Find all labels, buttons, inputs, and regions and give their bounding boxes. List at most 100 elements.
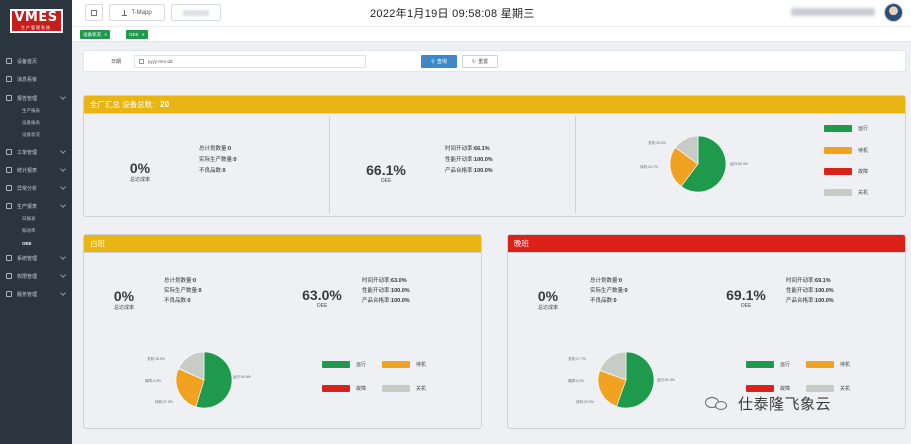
sidebar-item-label: 报告管理 — [17, 95, 38, 102]
sidebar-item-label: 统计报表 — [17, 167, 38, 174]
legend-item: 故障 — [322, 385, 366, 392]
close-icon[interactable]: ✕ — [142, 32, 145, 37]
user-icon — [6, 273, 12, 279]
report-icon — [6, 95, 12, 101]
sidebar-item-label: 生产报表 — [17, 203, 38, 210]
plan-total: 总计划数量:0 — [590, 278, 623, 284]
plan-defects: 不良品数:0 — [590, 298, 617, 304]
download-icon — [122, 9, 128, 16]
legend-swatch — [746, 361, 774, 368]
sidebar-item-message-board[interactable]: 消息看板 — [0, 72, 72, 86]
night-shift-header: 晚班 — [508, 235, 905, 253]
legend-item: 运行 — [824, 125, 868, 132]
top-header: T-Mapp 2022年1月19日 09:58:08 星期三 — [72, 0, 911, 26]
sidebar-subitem[interactable]: 设备状况 — [0, 129, 72, 141]
legend-swatch — [382, 385, 410, 392]
sidebar-nav: 设备首页 消息看板 报告管理 生产报表 设备报表 设备状况 工单管理 统计报表 … — [0, 54, 72, 301]
sidebar-subitem[interactable]: 设备报表 — [0, 117, 72, 129]
sidebar-item-report-management[interactable]: 报告管理 — [0, 91, 72, 105]
user-name-blurred[interactable] — [791, 8, 875, 16]
pie-label: 关机:18.0% — [147, 357, 165, 361]
pie-label: 关机:17.7% — [568, 357, 586, 361]
sidebar-item-service[interactable]: 服务管理 — [0, 287, 72, 301]
plan-actual: 实际生产数量:0 — [199, 157, 237, 163]
sidebar-item-permissions[interactable]: 权限管理 — [0, 269, 72, 283]
day-completion-rate: 0% 总达成率 — [100, 289, 148, 311]
night-shift-title: 晚班 — [514, 239, 529, 248]
sidebar-subitem[interactable]: 生产报表 — [0, 105, 72, 117]
tab-tags-bar: 设备状况 ✕ OEE ✕ — [72, 26, 911, 42]
legend-swatch — [746, 385, 774, 392]
date-value: yyyy-mm-dd — [148, 59, 173, 64]
sidebar-subitem[interactable]: 日报表 — [0, 213, 72, 225]
legend-item: 运行 — [746, 361, 790, 368]
sidebar-item-label: 权限管理 — [17, 273, 38, 280]
performance-rate: 性能开动率:100.0% — [445, 157, 493, 163]
pie-label: 故障:0.2% — [568, 379, 584, 383]
tag-label: 设备状况 — [83, 31, 101, 37]
datetime-display: 2022年1月19日 09:58:08 星期三 — [370, 8, 535, 20]
system-icon — [6, 255, 12, 261]
legend-item: 待机 — [382, 361, 426, 368]
vmes-logo[interactable]: VMES 生产管理系统 — [9, 9, 63, 33]
sidebar-item-device-home[interactable]: 设备首页 — [0, 54, 72, 68]
time-availability: 时间开动率:63.0% — [362, 278, 407, 284]
pie-label: 待机:24.7% — [640, 165, 658, 169]
stats-icon — [6, 167, 12, 173]
day-shift-panel: 白班 0% 总达成率 总计划数量:0 实际生产数量:0 不良品数:0 63.0%… — [83, 234, 482, 429]
wechat-icon — [705, 395, 730, 412]
tag-oee[interactable]: OEE ✕ — [126, 30, 148, 39]
sidebar-item-label: 工单管理 — [17, 149, 38, 156]
search-button[interactable]: ⚲ 查询 — [421, 55, 457, 68]
sidebar-item-label: 系统管理 — [17, 255, 38, 262]
time-availability: 时间开动率:69.1% — [786, 278, 831, 284]
day-shift-title: 白班 — [90, 239, 105, 248]
sidebar-item-anomaly-analysis[interactable]: 异常分析 — [0, 181, 72, 195]
summary-oee-cell: 66.1% OEE 时间开动率:66.1% 性能开动率:100.0% 产品合格率… — [330, 116, 576, 213]
home-icon — [6, 58, 12, 64]
legend-item: 关机 — [824, 189, 868, 196]
chevron-down-icon — [60, 202, 66, 208]
legend-item: 待机 — [824, 147, 868, 154]
date-input[interactable]: yyyy-mm-dd — [134, 55, 366, 68]
board-icon — [6, 76, 12, 82]
sidebar-item-production-reports[interactable]: 生产报表 — [0, 199, 72, 213]
analysis-icon — [6, 185, 12, 191]
tag-device-status[interactable]: 设备状况 ✕ — [80, 30, 111, 39]
sidebar-item-statistics[interactable]: 统计报表 — [0, 163, 72, 177]
quality-rate: 产品合格率:100.0% — [362, 298, 410, 304]
blurred-content — [183, 9, 209, 16]
app-button-label: T-Mapp — [131, 9, 152, 16]
pie-label: 运行:51.0% — [657, 378, 675, 382]
pie-label: 故障:0.3% — [145, 379, 161, 383]
sidebar-subitem[interactable]: 稼动率 — [0, 225, 72, 237]
sidebar-item-system-management[interactable]: 系统管理 — [0, 251, 72, 265]
sidebar-item-label: 设备首页 — [17, 58, 38, 65]
oee-value: 66.1% — [366, 162, 406, 178]
completion-rate-value: 0% — [129, 160, 151, 176]
close-icon[interactable]: ✕ — [104, 32, 107, 37]
sidebar-subitem-active[interactable]: OEE — [0, 237, 72, 249]
plan-stats: 总计划数量:0 实际生产数量:0 不良品数:0 — [199, 144, 237, 177]
reset-button[interactable]: ↻ 重置 — [462, 55, 498, 68]
night-shift-pie-chart — [596, 350, 656, 410]
night-oee: 69.1% OEE — [714, 288, 778, 309]
reset-icon: ↻ — [471, 58, 477, 65]
completion-rate-label: 总达成率 — [129, 177, 150, 183]
rate-stats: 时间开动率:66.1% 性能开动率:100.0% 产品合格率:100.0% — [445, 144, 493, 177]
legend-item: 运行 — [322, 361, 366, 368]
legend-item: 待机 — [806, 361, 850, 368]
summary-title: 全厂汇总 设备总数: — [90, 100, 155, 109]
work-order-icon — [6, 149, 12, 155]
completion-rate-label: 总达成率 — [113, 305, 134, 311]
sidebar-item-work-orders[interactable]: 工单管理 — [0, 145, 72, 159]
app-download-button[interactable]: T-Mapp — [109, 4, 165, 21]
blurred-header-button[interactable] — [171, 4, 221, 21]
legend-item: 故障 — [746, 385, 790, 392]
avatar[interactable] — [884, 3, 903, 22]
oee: 66.1% OEE — [354, 163, 418, 184]
chevron-down-icon — [60, 166, 66, 172]
oee-label: OEE — [316, 303, 328, 309]
fullscreen-button[interactable] — [85, 4, 103, 21]
pie-label: 运行:54.6% — [233, 375, 251, 379]
